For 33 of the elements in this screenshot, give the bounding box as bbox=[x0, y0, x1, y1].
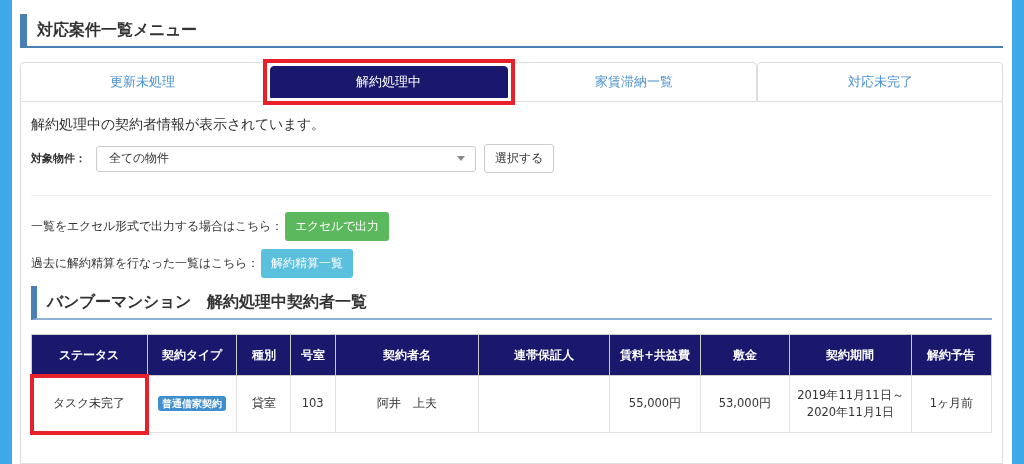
tab[interactable]: 対応未完了 bbox=[757, 62, 1003, 102]
property-select[interactable]: 全ての物件 bbox=[96, 145, 476, 172]
tab[interactable]: 解約処理中 bbox=[269, 66, 508, 98]
column-header: 連帯保証人 bbox=[478, 334, 610, 376]
column-header: 敷金 bbox=[700, 334, 790, 376]
select-button[interactable]: 選択する bbox=[484, 144, 554, 173]
action-button[interactable]: 解約精算一覧 bbox=[261, 249, 353, 278]
table-cell: 103 bbox=[290, 375, 336, 433]
caret-icon bbox=[457, 156, 465, 161]
filter-label: 対象物件： bbox=[31, 151, 86, 166]
action-text: 一覧をエクセル形式で出力する場合はこちら： bbox=[31, 219, 283, 234]
column-header: ステータス bbox=[31, 334, 148, 376]
table-cell: 2019年11月11日～ 2020年11月1日 bbox=[789, 375, 912, 433]
table-cell: 1ヶ月前 bbox=[911, 375, 992, 433]
table-cell: 55,000円 bbox=[609, 375, 701, 433]
column-header: 契約タイプ bbox=[147, 334, 237, 376]
list-heading: バンブーマンション 解約処理中契約者一覧 bbox=[31, 286, 992, 320]
column-header: 賃料+共益費 bbox=[609, 334, 701, 376]
tab[interactable]: 更新未処理 bbox=[20, 62, 266, 102]
status-cell: タスク未完了 bbox=[31, 375, 148, 433]
column-header: 契約者名 bbox=[335, 334, 479, 376]
table-cell: 貸室 bbox=[236, 375, 291, 433]
contract-type-badge: 普通借家契約 bbox=[158, 396, 226, 412]
table-cell: 阿井 上夫 bbox=[335, 375, 479, 433]
action-text: 過去に解約精算を行なった一覧はこちら： bbox=[31, 256, 259, 271]
table-cell: 53,000円 bbox=[700, 375, 790, 433]
description-text: 解約処理中の契約者情報が表示されています。 bbox=[31, 116, 326, 134]
column-header: 契約期間 bbox=[789, 334, 912, 376]
section-heading: 対応案件一覧メニュー bbox=[20, 14, 1003, 48]
column-header: 号室 bbox=[290, 334, 336, 376]
action-button[interactable]: エクセルで出力 bbox=[285, 212, 389, 241]
column-header: 種別 bbox=[236, 334, 291, 376]
column-header: 解約予告 bbox=[911, 334, 992, 376]
